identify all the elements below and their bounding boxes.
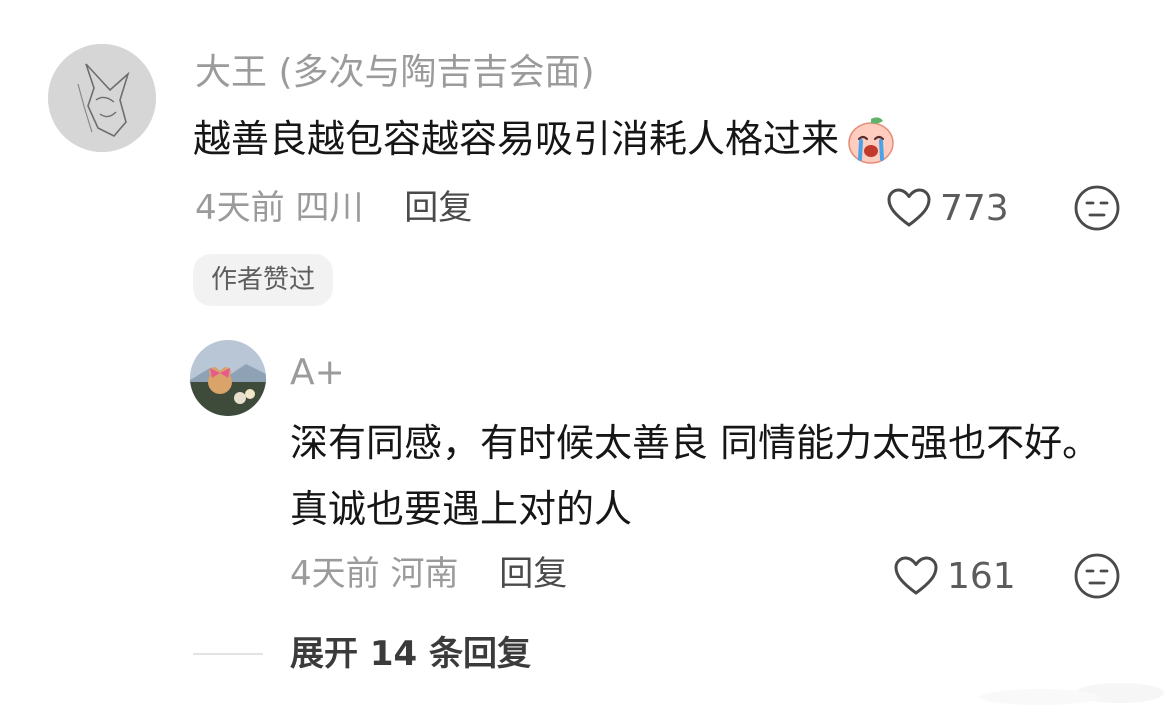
comment-text: 深有同感，有时候太善良 同情能力太强也不好。真诚也要遇上对的人 [290, 421, 1101, 531]
reply-button[interactable]: 回复 [404, 188, 472, 228]
comment-location: 四川 [295, 188, 364, 228]
comment-body: 越善良越包容越容易吸引消耗人格过来 [193, 117, 840, 161]
comment-meta: 4天前 河南 回复 [290, 550, 567, 598]
username[interactable]: 大王 (多次与陶吉吉会面) [195, 48, 595, 98]
heart-icon [887, 188, 931, 227]
avatar[interactable] [190, 340, 266, 416]
username[interactable]: A+ [290, 348, 345, 398]
comment-time: 4天前 [290, 554, 380, 594]
author-liked-badge: 作者赞过 [193, 254, 334, 306]
like-button[interactable]: 773 [886, 184, 1009, 232]
heart-icon [894, 556, 938, 595]
avatar[interactable] [48, 44, 156, 152]
like-count: 161 [947, 555, 1016, 597]
neutral-face-icon [1074, 553, 1120, 599]
dislike-button[interactable] [1073, 184, 1121, 232]
comment-location: 河南 [390, 554, 459, 594]
divider [193, 653, 263, 655]
comment-text: 越善良越包容越容易吸引消耗人格过来 [193, 112, 897, 166]
like-count: 773 [940, 187, 1009, 229]
expand-replies-button[interactable]: 展开 14 条回复 [290, 630, 531, 678]
crying-peach-emoji-icon [845, 113, 897, 165]
reply-button[interactable]: 回复 [499, 554, 567, 594]
comment-time: 4天前 [195, 188, 285, 228]
watermark-graphic [890, 649, 1170, 709]
dislike-button[interactable] [1073, 552, 1121, 600]
comment-meta: 4天前 四川 回复 [195, 184, 472, 232]
neutral-face-icon [1074, 185, 1120, 231]
like-button[interactable]: 161 [893, 552, 1016, 600]
